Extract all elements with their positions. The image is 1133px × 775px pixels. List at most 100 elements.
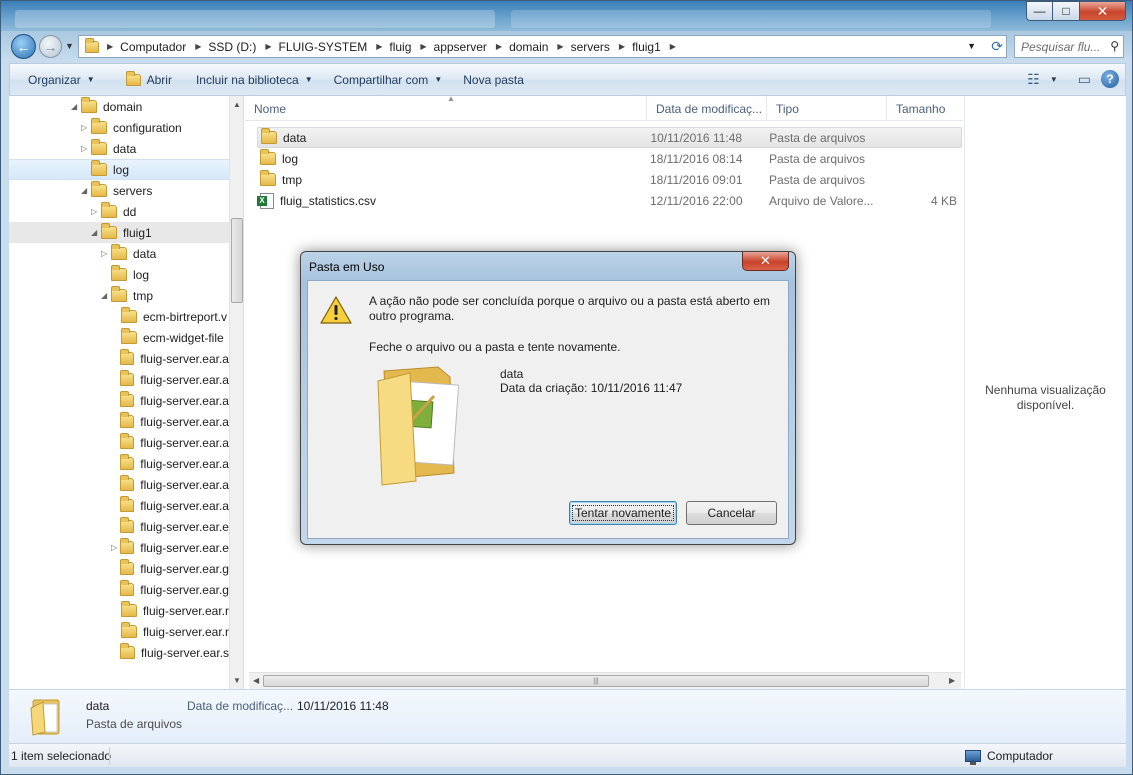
breadcrumb-domain[interactable]: domain <box>509 40 548 54</box>
retry-button[interactable]: Tentar novamente <box>569 501 677 525</box>
chevron-right-icon[interactable]: ▶ <box>195 42 201 51</box>
open-button[interactable]: Abrir <box>104 64 181 95</box>
include-library-button[interactable]: Incluir na biblioteca ▼ <box>181 64 322 95</box>
horizontal-scrollbar[interactable]: ◀ ||| ▶ <box>249 672 961 689</box>
scroll-left-icon[interactable]: ◀ <box>253 676 259 685</box>
file-row[interactable]: fluig_statistics.csv 12/11/2016 22:00 Arqu… <box>257 190 962 211</box>
refresh-icon[interactable]: ⟳ <box>991 38 1003 55</box>
view-options-icon[interactable]: ☷ <box>1027 71 1040 88</box>
tree-item[interactable]: ◢ tmp <box>9 285 229 306</box>
file-row[interactable]: data 10/11/2016 11:48 Pasta de arquivos <box>257 127 962 148</box>
caret-down-icon[interactable]: ▼ <box>1050 75 1058 84</box>
breadcrumb-appserver[interactable]: appserver <box>434 40 487 54</box>
vertical-scrollbar[interactable]: ▲ ▼ <box>229 96 243 689</box>
help-icon[interactable]: ? <box>1101 70 1119 88</box>
tree-item[interactable]: fluig-server.ear.e <box>9 516 229 537</box>
back-button[interactable]: ← <box>11 34 36 59</box>
file-row[interactable]: log 18/11/2016 08:14 Pasta de arquivos <box>257 148 962 169</box>
title-bar[interactable]: — □ ✕ <box>1 1 1132 31</box>
chevron-right-icon[interactable]: ▶ <box>420 42 426 51</box>
expand-icon[interactable]: ▷ <box>101 249 111 258</box>
column-header-size[interactable]: Tamanho <box>887 96 963 121</box>
tree-item[interactable]: log <box>9 264 229 285</box>
breadcrumb-fluig-system[interactable]: FLUIG-SYSTEM <box>279 40 368 54</box>
scroll-down-icon[interactable]: ▼ <box>233 676 241 685</box>
tree-item[interactable]: ◢ domain <box>9 96 229 117</box>
file-type: Pasta de arquivos <box>769 151 866 166</box>
tree-item[interactable]: ◢ servers <box>9 180 229 201</box>
tree-item[interactable]: fluig-server.ear.a <box>9 474 229 495</box>
chevron-right-icon[interactable]: ▶ <box>557 42 563 51</box>
close-button[interactable]: ✕ <box>1080 1 1126 21</box>
tree-item[interactable]: ▷ configuration <box>9 117 229 138</box>
blurred-taskbar <box>15 10 495 28</box>
tree-item[interactable]: fluig-server.ear.a <box>9 495 229 516</box>
tree-item-label: servers <box>113 183 153 198</box>
tree-item[interactable]: ▷ fluig-server.ear.e <box>9 537 229 558</box>
tree-item[interactable]: ecm-widget-file <box>9 327 229 348</box>
expand-icon[interactable]: ◢ <box>81 186 91 195</box>
tree-item[interactable]: fluig-server.ear.a <box>9 348 229 369</box>
tree-item[interactable]: ecm-birtreport.v <box>9 306 229 327</box>
expand-icon[interactable]: ▷ <box>111 543 120 552</box>
chevron-right-icon[interactable]: ▶ <box>376 42 382 51</box>
breadcrumb-fluig[interactable]: fluig <box>389 40 411 54</box>
breadcrumb-fluig1[interactable]: fluig1 <box>632 40 661 54</box>
preview-pane-icon[interactable]: ▭ <box>1078 71 1091 88</box>
folder-icon <box>119 538 135 554</box>
breadcrumb-ssd[interactable]: SSD (D:) <box>208 40 256 54</box>
tree-item[interactable]: fluig-server.ear.a <box>9 390 229 411</box>
tree-item[interactable]: fluig-server.ear.a <box>9 369 229 390</box>
breadcrumb-servers[interactable]: servers <box>571 40 610 54</box>
column-header-date[interactable]: Data de modificaç... <box>647 96 767 121</box>
column-header-name[interactable]: Nome ▲ <box>245 94 647 121</box>
address-dropdown-icon[interactable]: ▼ <box>967 41 976 51</box>
navigation-pane[interactable]: ◢ domain ▷ configuration ▷ data log ◢ servers ▷ dd… <box>9 96 244 689</box>
search-icon[interactable]: ⚲ <box>1110 39 1119 53</box>
chevron-right-icon[interactable]: ▶ <box>670 42 676 51</box>
file-row[interactable]: tmp 18/11/2016 09:01 Pasta de arquivos <box>257 169 962 190</box>
scroll-up-icon[interactable]: ▲ <box>233 100 241 109</box>
chevron-right-icon[interactable]: ▶ <box>265 42 271 51</box>
scrollbar-thumb[interactable] <box>231 218 243 303</box>
tree-item[interactable]: fluig-server.ear.s <box>9 642 229 663</box>
tree-item[interactable]: fluig-server.ear.a <box>9 411 229 432</box>
new-folder-button[interactable]: Nova pasta <box>451 64 533 95</box>
organize-button[interactable]: Organizar ▼ <box>10 64 104 95</box>
chevron-right-icon[interactable]: ▶ <box>496 42 502 51</box>
caret-down-icon: ▼ <box>304 75 313 84</box>
tree-item[interactable]: fluig-server.ear.g <box>9 579 229 600</box>
address-bar[interactable]: ▶ Computador ▶ SSD (D:) ▶ FLUIG-SYSTEM ▶… <box>78 35 1007 58</box>
maximize-button[interactable]: □ <box>1053 1 1080 21</box>
cancel-button[interactable]: Cancelar <box>686 501 777 525</box>
minimize-button[interactable]: — <box>1026 1 1053 21</box>
expand-icon[interactable]: ◢ <box>101 291 111 300</box>
tree-item[interactable]: fluig-server.ear.r <box>9 600 229 621</box>
scrollbar-thumb[interactable]: ||| <box>263 675 929 687</box>
tree-item[interactable]: fluig-server.ear.g <box>9 558 229 579</box>
expand-icon[interactable]: ◢ <box>71 102 81 111</box>
history-dropdown-icon[interactable]: ▼ <box>65 41 74 51</box>
tree-item[interactable]: ◢ fluig1 <box>9 222 229 243</box>
search-placeholder[interactable]: Pesquisar flu... <box>1021 40 1100 54</box>
scroll-right-icon[interactable]: ▶ <box>949 676 955 685</box>
chevron-right-icon[interactable]: ▶ <box>619 42 625 51</box>
search-box[interactable]: Pesquisar flu... ⚲ <box>1014 35 1124 58</box>
dialog-close-button[interactable]: ✕ <box>742 252 789 271</box>
tree-item[interactable]: ▷ data <box>9 138 229 159</box>
expand-icon[interactable]: ▷ <box>91 207 101 216</box>
expand-icon[interactable]: ◢ <box>91 228 101 237</box>
tree-item[interactable]: log <box>9 159 229 180</box>
breadcrumb-computador[interactable]: Computador <box>120 40 186 54</box>
share-button[interactable]: Compartilhar com ▼ <box>322 64 452 95</box>
expand-icon[interactable]: ▷ <box>81 144 91 153</box>
file-date: 18/11/2016 08:14 <box>650 151 743 166</box>
expand-icon[interactable]: ▷ <box>81 123 91 132</box>
forward-button[interactable]: → <box>39 35 62 58</box>
column-header-type[interactable]: Tipo <box>767 96 887 121</box>
tree-item[interactable]: ▷ data <box>9 243 229 264</box>
tree-item[interactable]: fluig-server.ear.a <box>9 432 229 453</box>
tree-item[interactable]: fluig-server.ear.a <box>9 453 229 474</box>
tree-item[interactable]: fluig-server.ear.r <box>9 621 229 642</box>
tree-item[interactable]: ▷ dd <box>9 201 229 222</box>
